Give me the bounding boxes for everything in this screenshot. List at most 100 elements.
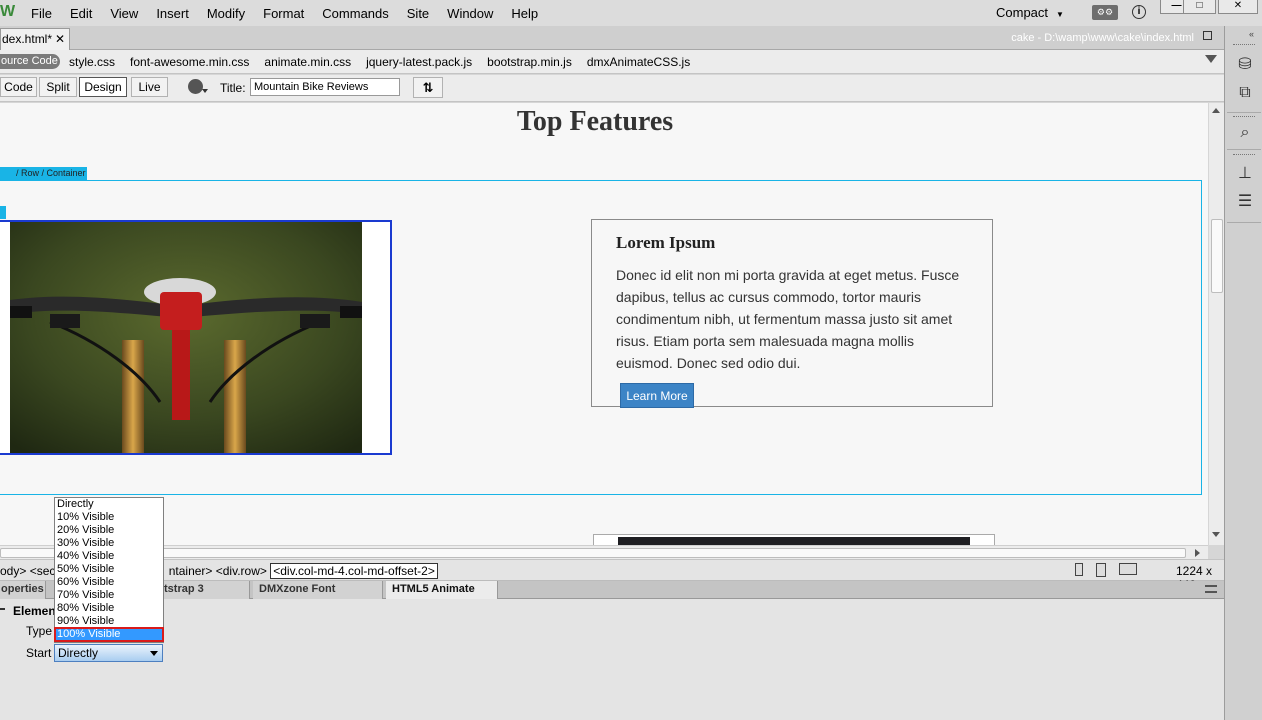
scroll-right-icon[interactable] — [1195, 549, 1200, 557]
menu-window[interactable]: Window — [447, 6, 493, 21]
card-title: Lorem Ipsum — [616, 233, 716, 252]
file-management-icon[interactable]: ⇅ — [413, 77, 443, 98]
grip-icon — [1233, 154, 1255, 157]
close-tab-icon[interactable]: ✕ — [55, 29, 65, 49]
vertical-scroll-thumb[interactable] — [1211, 219, 1223, 293]
menu-commands[interactable]: Commands — [322, 6, 388, 21]
split-view-button[interactable]: Split — [39, 77, 77, 97]
menu-edit[interactable]: Edit — [70, 6, 92, 21]
dropdown-option[interactable]: 80% Visible — [55, 602, 163, 615]
menu-insert[interactable]: Insert — [156, 6, 189, 21]
design-view-button[interactable]: Design — [79, 77, 127, 97]
panel-menu-icon[interactable] — [1205, 585, 1217, 593]
tablet-size-icon[interactable] — [1096, 563, 1106, 577]
tag-selected-column[interactable]: <div.col-md-4.col-md-offset-2> — [270, 563, 438, 579]
database-icon[interactable]: ⛁ — [1235, 55, 1255, 75]
start-dropdown-list: Directly 10% Visible 20% Visible 30% Visibl… — [54, 497, 164, 643]
dropdown-option[interactable]: 10% Visible — [55, 511, 163, 524]
workspace-switcher[interactable]: Compact ▼ — [996, 5, 1064, 20]
menu-help[interactable]: Help — [511, 6, 538, 21]
live-view-button[interactable]: Live — [131, 77, 168, 97]
horizontal-scroll-thumb[interactable] — [0, 548, 1186, 558]
info-icon[interactable]: i — [1132, 5, 1146, 19]
app-logo: W — [0, 3, 16, 20]
related-file-item[interactable]: font-awesome.min.css — [130, 55, 249, 69]
status-bar: ody> <sect ntainer> <div.row> <div.col-md… — [0, 559, 1224, 592]
feature-card: Lorem Ipsum Donec id elit non mi porta g… — [591, 219, 993, 408]
title-input[interactable] — [250, 78, 400, 96]
learn-more-button[interactable]: Learn More — [620, 383, 694, 408]
related-file-item[interactable]: bootstrap.min.js — [487, 55, 572, 69]
dropdown-option[interactable]: 40% Visible — [55, 550, 163, 563]
related-file-item[interactable]: style.css — [69, 55, 115, 69]
collapse-icon[interactable]: « — [1249, 29, 1254, 39]
dock-separator — [1227, 222, 1261, 223]
scroll-up-icon[interactable] — [1212, 108, 1220, 113]
tab-dmxzone-font-awesome[interactable]: DMXzone Font Awesome — [253, 581, 383, 611]
dropdown-option[interactable]: 50% Visible — [55, 563, 163, 576]
snippets-icon[interactable]: ☰ — [1235, 192, 1255, 212]
dropdown-option[interactable]: 60% Visible — [55, 576, 163, 589]
close-button[interactable]: ✕ — [1218, 0, 1258, 14]
tab-html5-animate-css[interactable]: HTML5 Animate CSS — [386, 581, 498, 611]
assets-icon[interactable]: ⧉ — [1235, 83, 1255, 103]
start-select[interactable]: Directly — [54, 644, 163, 662]
restore-icon[interactable] — [1203, 31, 1212, 40]
dock-separator — [1227, 149, 1261, 150]
dropdown-option[interactable]: 20% Visible — [55, 524, 163, 537]
workspace-label: Compact — [996, 5, 1049, 20]
desktop-size-icon[interactable] — [1119, 563, 1137, 575]
menu-site[interactable]: Site — [407, 6, 429, 21]
document-path: cake - D:\wamp\www\cake\index.html — [1011, 32, 1194, 44]
document-tab-bar: dex.html* ✕ cake - D:\wamp\www\cake\inde… — [0, 26, 1224, 50]
grip-icon — [1233, 116, 1255, 119]
menu-view[interactable]: View — [110, 6, 138, 21]
properties-panel: Elemen Type Start Directly — [0, 599, 1224, 720]
design-canvas[interactable]: Top Features / Row / Container Lorem Ips… — [0, 103, 1208, 545]
filter-icon[interactable] — [1205, 55, 1217, 63]
site-structure-icon[interactable]: ⊥ — [1235, 164, 1255, 184]
tab-bootstrap-3-elements[interactable]: tstrap 3 Elements — [164, 581, 250, 611]
menu-file[interactable]: File — [31, 6, 52, 21]
bike-handlebar-image[interactable] — [10, 222, 362, 453]
horizontal-scrollbar[interactable] — [0, 545, 1208, 559]
dropdown-option[interactable]: 100% Visible — [54, 627, 164, 642]
maximize-button[interactable]: □ — [1183, 0, 1216, 14]
grip-icon — [1233, 44, 1255, 47]
menu-bar: W File Edit View Insert Modify Format Commands… — [0, 0, 1262, 26]
sync-icon[interactable]: ⚙⚙ — [1092, 5, 1118, 20]
source-code-button[interactable]: ource Code — [0, 54, 60, 69]
row-container-tag[interactable]: / Row / Container — [0, 167, 87, 180]
collapse-marker — [0, 608, 5, 610]
menu-format[interactable]: Format — [263, 6, 304, 21]
document-tab[interactable]: dex.html* ✕ — [0, 28, 70, 50]
title-label: Title: — [220, 81, 246, 95]
globe-icon[interactable] — [188, 79, 208, 94]
chevron-down-icon — [150, 651, 158, 656]
mobile-size-icon[interactable] — [1075, 563, 1083, 576]
tag-container-row[interactable]: ntainer> <div.row> — [169, 564, 267, 578]
dropdown-option[interactable]: 70% Visible — [55, 589, 163, 602]
dropdown-option[interactable]: 30% Visible — [55, 537, 163, 550]
document-toolbar: Code Split Design Live Title: ⇅ — [0, 75, 1224, 102]
type-label: Type — [26, 624, 53, 638]
related-file-item[interactable]: dmxAnimateCSS.js — [587, 55, 690, 69]
dock-separator — [1227, 112, 1261, 113]
scroll-down-icon[interactable] — [1212, 532, 1220, 537]
related-file-item[interactable]: animate.min.css — [264, 55, 351, 69]
right-panel-dock: « ⛁ ⧉ ⌕ ⊥ ☰ — [1224, 26, 1262, 720]
code-view-button[interactable]: Code — [0, 77, 37, 97]
next-feature-image — [593, 534, 995, 545]
document-tab-label: dex.html* — [2, 32, 53, 46]
vertical-scrollbar[interactable] — [1208, 103, 1224, 545]
menu-modify[interactable]: Modify — [207, 6, 245, 21]
related-file-item[interactable]: jquery-latest.pack.js — [366, 55, 472, 69]
code-inspect-icon[interactable]: ⌕ — [1235, 123, 1255, 143]
chevron-down-icon: ▼ — [1056, 10, 1064, 19]
tab-properties[interactable]: operties — [0, 581, 46, 599]
related-files-bar: ource Code style.css font-awesome.min.css… — [0, 50, 1224, 74]
dropdown-option[interactable]: Directly — [55, 498, 163, 511]
tag-body-section[interactable]: ody> <sect — [0, 564, 59, 578]
column-tag[interactable] — [0, 206, 6, 219]
dropdown-option[interactable]: 90% Visible — [55, 615, 163, 628]
